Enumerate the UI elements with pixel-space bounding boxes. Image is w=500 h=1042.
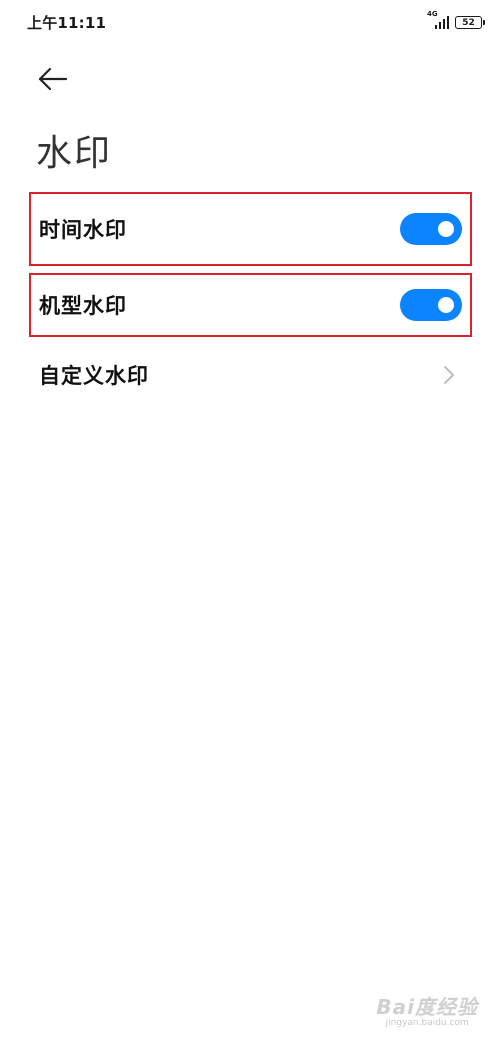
battery-icon: 52	[455, 16, 485, 29]
setting-row-model-watermark[interactable]: 机型水印	[29, 273, 472, 337]
watermark-settings-screen: 上午11:11 4G 52 水印 时间水印 机型水印 自定义水印 Bai度经验 …	[0, 0, 500, 1042]
setting-row-custom-watermark[interactable]: 自定义水印	[29, 342, 472, 408]
cellular-signal-icon: 4G	[427, 10, 449, 29]
time-watermark-toggle[interactable]	[400, 213, 462, 245]
model-watermark-toggle[interactable]	[400, 289, 462, 321]
status-indicators: 4G 52	[427, 10, 485, 29]
battery-level: 52	[462, 17, 475, 28]
watermark-url: jingyan.baidu.com	[385, 1018, 469, 1028]
toggle-knob	[438, 221, 454, 237]
back-button[interactable]	[36, 62, 70, 96]
chevron-right-icon	[444, 366, 454, 384]
setting-label: 自定义水印	[39, 364, 149, 388]
setting-label: 时间水印	[39, 218, 127, 242]
watermark-logo: Bai度经验	[376, 995, 478, 1019]
setting-label: 机型水印	[39, 294, 127, 318]
back-arrow-icon	[38, 67, 68, 91]
setting-row-time-watermark[interactable]: 时间水印	[29, 192, 472, 266]
page-title: 水印	[36, 133, 113, 174]
toggle-knob	[438, 297, 454, 313]
status-bar: 上午11:11 4G 52	[0, 0, 500, 44]
status-time: 上午11:11	[27, 14, 107, 32]
baidu-jingyan-watermark: Bai度经验 jingyan.baidu.com	[376, 991, 478, 1028]
